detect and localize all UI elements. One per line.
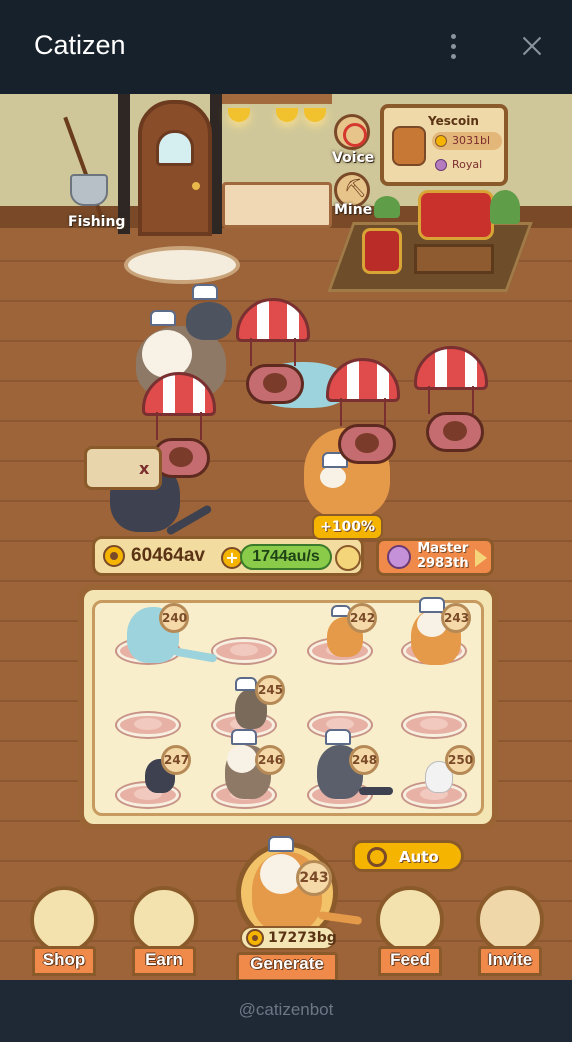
close-icon[interactable] — [514, 28, 550, 64]
merge-board: 240 242 243 245 247 246 248 250 — [78, 584, 498, 830]
house-icon — [392, 126, 426, 166]
nav-invite-button[interactable]: Invite — [474, 886, 546, 980]
cat-level-badge: 243 — [441, 603, 471, 633]
vertical-dots-icon[interactable] — [440, 30, 466, 64]
play-arrow-icon — [475, 549, 487, 567]
mine-label: Mine — [334, 202, 373, 218]
cat-level-badge: 245 — [255, 675, 285, 705]
shop-toolbox-icon — [30, 886, 98, 954]
round-carpet — [124, 246, 240, 284]
board-slot[interactable] — [117, 713, 179, 737]
cat-level-badge: 246 — [255, 745, 285, 775]
generate-cost: 17273bg — [240, 926, 337, 950]
yescoin-tier-pill: Royal — [432, 156, 502, 174]
generate-cost-value: 17273bg — [268, 930, 337, 946]
nav-shop-button[interactable]: Shop — [28, 886, 100, 980]
earn-rate: 1744au/s — [240, 544, 332, 570]
plant-icon — [490, 190, 520, 224]
crate-icon — [426, 412, 484, 452]
master-title: Master — [417, 541, 469, 556]
auto-icon — [367, 847, 387, 867]
nav-feed-label: Feed — [390, 950, 430, 969]
cat-friends-icon — [476, 886, 544, 954]
board-slot[interactable] — [403, 713, 465, 737]
bucket-icon — [70, 174, 108, 206]
nav-feed-button[interactable]: Feed — [374, 886, 446, 980]
boost-tag[interactable]: x — [84, 446, 162, 490]
nav-invite-label: Invite — [487, 950, 533, 969]
game-viewport: Fishing Voice Mine Yescoin 3031bl Royal — [0, 94, 572, 980]
door — [138, 100, 212, 236]
nav-earn-label: Earn — [145, 950, 183, 969]
crown-icon — [435, 159, 447, 171]
cat-level-badge: 248 — [349, 745, 379, 775]
yescoin-name: Yescoin — [428, 114, 479, 128]
board-slot[interactable] — [213, 639, 275, 663]
nav-earn-button[interactable]: Earn — [128, 886, 200, 980]
paw-coin-icon — [246, 929, 264, 947]
armchair — [362, 228, 402, 274]
boost-tag-text: x — [139, 459, 150, 478]
cat-level-badge: 240 — [159, 603, 189, 633]
yescoin-amount-pill: 3031bl — [432, 132, 502, 150]
shop-counter — [222, 182, 332, 228]
telegram-header: Catizen — [0, 0, 572, 94]
cat-level-badge: 247 — [161, 745, 191, 775]
pillar — [118, 94, 130, 234]
master-rank: 2983th — [417, 556, 469, 571]
generate-level-badge: 243 — [296, 860, 332, 896]
yescoin-tier: Royal — [452, 158, 483, 171]
sofa — [418, 190, 494, 240]
master-rank-button[interactable]: Master 2983th — [376, 538, 494, 576]
yescoin-amount: 3031bl — [452, 134, 491, 147]
voice-label: Voice — [332, 150, 375, 166]
lucky-cat-icon — [130, 886, 198, 954]
paw-coin-icon — [103, 545, 125, 567]
generate-button[interactable]: 243 17273bg Generate — [234, 834, 363, 980]
food-bag-icon — [376, 886, 444, 954]
fishing-label: Fishing — [68, 214, 126, 230]
merge-board-inner: 240 242 243 245 247 246 248 250 — [92, 597, 484, 816]
coin-icon — [435, 135, 447, 147]
balance-amount: 60464av — [131, 545, 205, 566]
bot-handle[interactable]: @catizenbot — [0, 1000, 572, 1020]
speed-boost-icon[interactable] — [335, 545, 361, 571]
cat-level-badge: 250 — [445, 745, 475, 775]
crate-icon — [246, 364, 304, 404]
generate-label: Generate — [250, 954, 324, 973]
mute-icon — [334, 114, 370, 150]
speed-boost-badge: +100% — [312, 514, 383, 540]
balance-bar: 60464av + 1744au/s — [92, 536, 364, 576]
telegram-footer: @catizenbot — [0, 980, 572, 1042]
trophy-icon — [387, 545, 411, 569]
cat-level-badge: 242 — [347, 603, 377, 633]
crate-icon — [338, 424, 396, 464]
master-text: Master 2983th — [417, 541, 469, 571]
nav-shop-label: Shop — [42, 950, 86, 969]
yescoin-sign[interactable]: Yescoin 3031bl Royal — [380, 104, 508, 186]
coffee-table — [414, 244, 494, 274]
window-title: Catizen — [34, 30, 126, 60]
auto-button[interactable]: Auto — [352, 840, 464, 872]
shelf — [222, 94, 332, 104]
plant-icon — [374, 196, 400, 218]
auto-label: Auto — [399, 848, 439, 866]
